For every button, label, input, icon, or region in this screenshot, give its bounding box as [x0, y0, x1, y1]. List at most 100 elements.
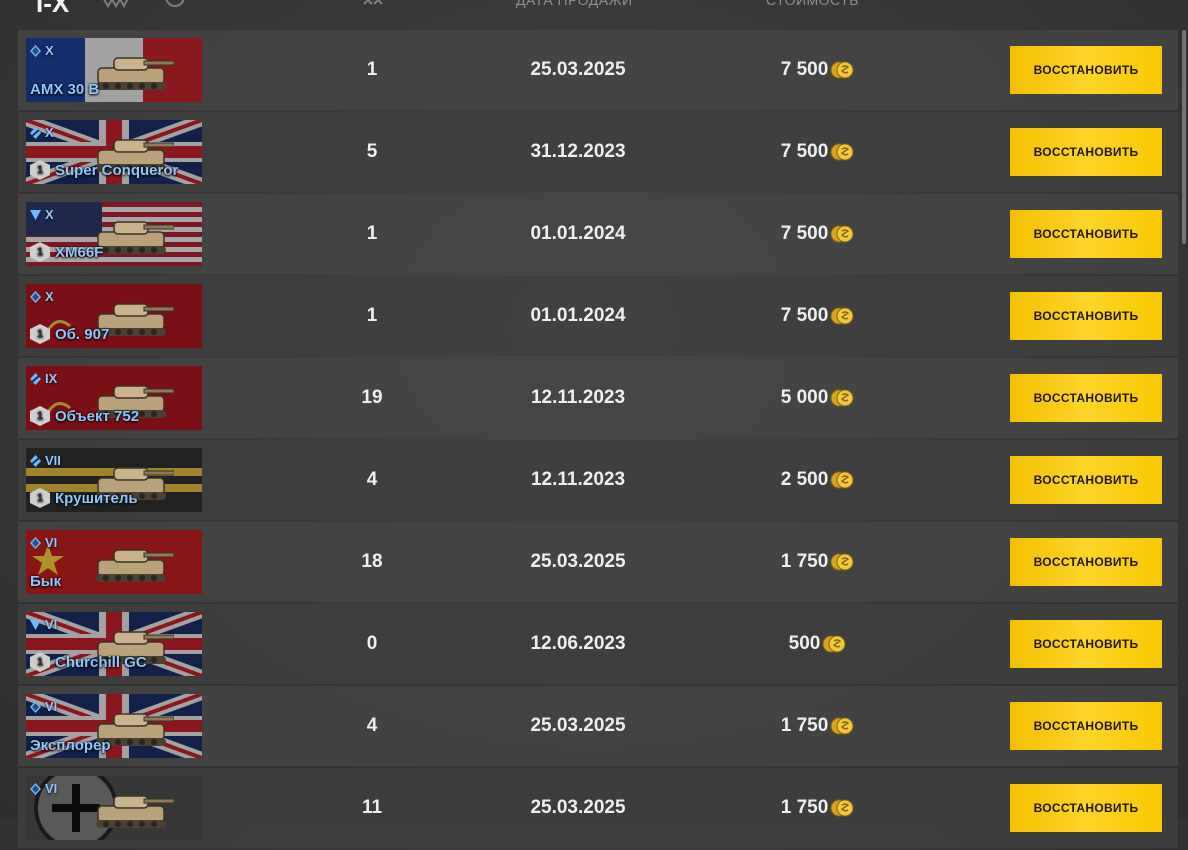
- vehicle-row: X 1 Super Conqueror 5 31.12.2023 7 500 В…: [18, 112, 1178, 192]
- sale-date: 25.03.2025: [530, 797, 626, 818]
- sale-date: 25.03.2025: [530, 715, 626, 736]
- vehicle-row: VII 1 Крушитель 4 12.11.2023 2 500 ВОССТ…: [18, 440, 1178, 520]
- vehicle-tier-line: IX: [30, 371, 57, 386]
- vehicle-card[interactable]: IX 1 Объект 752: [26, 366, 202, 430]
- vehicle-name-line: 1 Крушитель: [30, 488, 138, 508]
- vehicle-class-icon: [30, 536, 41, 549]
- table-header: I-X ДАТА ПРОДАЖИ СТОИМОСТЬ: [0, 0, 1188, 30]
- vehicle-card[interactable]: X 1 XM66F: [26, 202, 202, 266]
- vehicle-card[interactable]: VI Бык: [26, 530, 202, 594]
- vehicle-name: AMX 30 B: [30, 81, 100, 98]
- vehicle-tier-line: X: [30, 289, 54, 304]
- vehicle-row: X 1 Об. 907 1 01.01.2024 7 500 ВОССТАНОВ…: [18, 276, 1178, 356]
- vehicle-tier-line: VI: [30, 781, 57, 796]
- vehicle-row: VI 1 Churchill GC 0 12.06.2023 500 ВОССТ…: [18, 604, 1178, 684]
- restore-button[interactable]: ВОССТАНОВИТЬ: [1010, 374, 1162, 422]
- vehicle-tier-line: X: [30, 207, 54, 222]
- coin-icon: [830, 61, 855, 79]
- tank-image: [88, 538, 175, 591]
- vehicle-card[interactable]: VII 1 Крушитель: [26, 448, 202, 512]
- vehicle-card[interactable]: VI Эксплорер: [26, 694, 202, 758]
- vehicle-tier: X: [45, 43, 54, 58]
- restore-button[interactable]: ВОССТАНОВИТЬ: [1010, 210, 1162, 258]
- price-value: 7 500: [780, 223, 829, 244]
- restore-price: 2 500: [718, 440, 918, 520]
- vehicle-class-icon: [30, 290, 41, 303]
- scrollbar[interactable]: [1182, 30, 1186, 244]
- tier-filter-label[interactable]: I-X: [36, 0, 69, 19]
- restore-price: 1 750: [718, 768, 918, 848]
- restore-button[interactable]: ВОССТАНОВИТЬ: [1010, 784, 1162, 832]
- vehicle-tier-line: X: [30, 125, 54, 140]
- vehicle-tier: X: [45, 125, 54, 140]
- price-value: 500: [788, 633, 821, 654]
- restore-button[interactable]: ВОССТАНОВИТЬ: [1010, 292, 1162, 340]
- vehicle-card[interactable]: X 1 Super Conqueror: [26, 120, 202, 184]
- tank-image: [88, 46, 175, 99]
- restore-price: 7 500: [718, 30, 918, 110]
- price-value: 7 500: [780, 141, 829, 162]
- battles-column-icon[interactable]: [362, 0, 388, 8]
- sale-date: 31.12.2023: [530, 141, 626, 162]
- vehicle-card[interactable]: X 1 Об. 907: [26, 284, 202, 348]
- date-column-header[interactable]: ДАТА ПРОДАЖИ: [516, 0, 633, 8]
- vehicle-name: XM66F: [55, 243, 104, 261]
- sale-date: 12.11.2023: [530, 387, 626, 408]
- vehicle-class-icon: [30, 126, 41, 139]
- rank-badge-icon: 1: [30, 406, 50, 426]
- coin-icon: [830, 143, 855, 161]
- vehicle-tier: VI: [45, 699, 58, 714]
- sale-date: 25.03.2025: [530, 551, 626, 572]
- battles-count: 5: [366, 141, 378, 162]
- vehicle-row: VI Бык 18 25.03.2025 1 750 ВОССТАНОВИТЬ: [18, 522, 1178, 602]
- sale-date: 01.01.2024: [530, 305, 626, 326]
- coin-icon: [822, 635, 847, 653]
- nation-filter-icon[interactable]: [164, 0, 190, 8]
- vehicle-tier: IX: [45, 371, 58, 386]
- battles-count: 19: [361, 387, 383, 408]
- vehicle-card[interactable]: VI 1 Churchill GC: [26, 612, 202, 676]
- vehicle-row: X AMX 30 B 1 25.03.2025 7 500 ВОССТАНОВИ…: [18, 30, 1178, 110]
- rank-badge-icon: 1: [30, 652, 50, 672]
- restore-button[interactable]: ВОССТАНОВИТЬ: [1010, 456, 1162, 504]
- restore-button[interactable]: ВОССТАНОВИТЬ: [1010, 538, 1162, 586]
- restore-button[interactable]: ВОССТАНОВИТЬ: [1010, 128, 1162, 176]
- restore-button[interactable]: ВОССТАНОВИТЬ: [1010, 46, 1162, 94]
- battles-count: 1: [366, 223, 378, 244]
- vehicle-tier: VI: [45, 617, 58, 632]
- battles-count: 18: [361, 551, 383, 572]
- vehicle-class-icon: [30, 372, 41, 385]
- vehicle-name: Super Conqueror: [55, 161, 179, 179]
- coin-icon: [830, 389, 855, 407]
- vehicle-name-line: 1 Churchill GC: [30, 652, 147, 672]
- coin-icon: [830, 717, 855, 735]
- vehicle-card[interactable]: X AMX 30 B: [26, 38, 202, 102]
- vehicle-tier: VI: [45, 781, 58, 796]
- vehicle-tier: X: [45, 289, 54, 304]
- restore-button[interactable]: ВОССТАНОВИТЬ: [1010, 620, 1162, 668]
- vehicle-name: Об. 907: [55, 325, 110, 343]
- vehicle-row: VI 11 25.03.2025 1 750 ВОССТАНОВИТЬ: [18, 768, 1178, 848]
- vehicle-tier-line: VI: [30, 535, 57, 550]
- vehicle-class-icon: [30, 700, 41, 713]
- vehicle-tier: X: [45, 207, 54, 222]
- sale-date: 12.11.2023: [530, 469, 626, 490]
- vehicle-tier-line: X: [30, 43, 54, 58]
- vehicle-class-icon: [30, 209, 41, 221]
- vehicle-name-line: 1 Super Conqueror: [30, 160, 178, 180]
- vehicle-name: Churchill GC: [55, 653, 147, 671]
- restore-price: 7 500: [718, 112, 918, 192]
- battles-count: 4: [366, 715, 378, 736]
- vehicle-card[interactable]: VI: [26, 776, 202, 840]
- coin-icon: [830, 307, 855, 325]
- vehicle-row: IX 1 Объект 752 19 12.11.2023 5 000 ВОСС…: [18, 358, 1178, 438]
- vehicle-class-icon: [30, 619, 41, 631]
- restore-price: 1 750: [718, 522, 918, 602]
- rank-badge-icon: 1: [30, 160, 50, 180]
- vehicle-tier-line: VI: [30, 617, 57, 632]
- price-column-header[interactable]: СТОИМОСТЬ: [766, 0, 859, 8]
- tank-image: [88, 784, 175, 837]
- restore-price: 7 500: [718, 276, 918, 356]
- restore-button[interactable]: ВОССТАНОВИТЬ: [1010, 702, 1162, 750]
- vehicle-type-filter-icon[interactable]: [100, 0, 129, 8]
